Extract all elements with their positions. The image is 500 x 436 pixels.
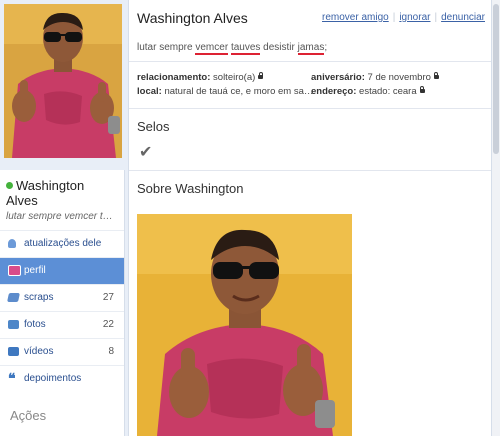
sidebar-item-count: 27 (102, 292, 114, 303)
birthday-field: aniversário: 7 de novembro (311, 72, 439, 83)
lock-icon (433, 72, 439, 79)
separator: | (434, 12, 438, 23)
left-sidebar: Washington Alves lutar sempre vemcer tau… (0, 170, 125, 436)
sidebar-item-count: 8 (108, 346, 114, 357)
profile-status: lutar sempre vemcer tauves desistir jama… (137, 42, 483, 61)
sidebar-nav: atualizações dele perfil scraps 27 fotos… (0, 230, 124, 392)
sidebar-item-videos[interactable]: vídeos 8 (0, 338, 124, 365)
sidebar-item-label: vídeos (24, 346, 54, 357)
ignore-link[interactable]: ignorar (399, 12, 430, 23)
relationship-value: solteiro(a) (213, 72, 256, 83)
sidebar-item-count: 22 (102, 319, 114, 330)
sidebar-item-label: atualizações dele (24, 238, 102, 249)
sidebar-item-profile[interactable]: perfil (0, 257, 124, 284)
status-word-misspelled: vemcer (195, 42, 229, 55)
sidebar-profile-name[interactable]: Washington Alves (0, 170, 124, 208)
lock-icon (419, 86, 425, 93)
quote-icon: ❝ (8, 370, 16, 386)
profile-icon (8, 265, 21, 276)
profile-info: relacionamento: solteiro(a) aniversário:… (129, 62, 491, 108)
video-icon (8, 347, 19, 356)
sidebar-item-label: perfil (24, 265, 46, 276)
status-text: ; (324, 42, 328, 53)
scrollbar-thumb[interactable] (493, 4, 499, 154)
status-word-misspelled: tauves (230, 42, 261, 55)
sidebar-item-testimonials[interactable]: ❝ depoimentos (0, 365, 124, 392)
profile-actions: remover amigo | ignorar | denunciar (322, 12, 485, 23)
birthday-value: 7 de novembro (367, 72, 431, 83)
status-text: lutar sempre (137, 42, 196, 53)
remove-friend-link[interactable]: remover amigo (322, 12, 389, 23)
relationship-label: relacionamento: (137, 72, 211, 83)
about-photo[interactable] (137, 214, 352, 436)
sidebar-item-photos[interactable]: fotos 22 (0, 311, 124, 338)
profile-header: Washington Alves remover amigo | ignorar | d… (129, 0, 491, 36)
profile-avatar[interactable] (4, 4, 122, 158)
avatar-photo (4, 4, 122, 158)
sidebar-item-updates[interactable]: atualizações dele (0, 230, 124, 257)
address-value: estado: ceara (359, 86, 417, 97)
online-status-icon (6, 182, 13, 189)
checkmark-icon: ✔ (139, 144, 153, 161)
sidebar-item-scraps[interactable]: scraps 27 (0, 284, 124, 311)
page-title: Washington Alves (137, 10, 248, 26)
about-heading: Sobre Washington (137, 181, 244, 196)
separator: | (392, 12, 396, 23)
left-column: Washington Alves lutar sempre vemcer tau… (0, 0, 125, 436)
status-text: desistir (260, 42, 298, 53)
report-link[interactable]: denunciar (441, 12, 485, 23)
sidebar-name-last: Alves (6, 193, 38, 208)
scrollbar[interactable] (492, 0, 500, 436)
lock-icon (258, 72, 264, 79)
badges-heading: Selos (137, 119, 170, 134)
birthday-label: aniversário: (311, 72, 365, 83)
address-field: endereço: estado: ceara (311, 86, 425, 97)
sidebar-item-label: depoimentos (24, 373, 82, 384)
profile-main: Washington Alves remover amigo | ignorar | d… (128, 0, 492, 436)
actions-heading: Ações (10, 408, 47, 423)
sidebar-item-label: fotos (24, 319, 46, 330)
camera-icon (8, 320, 19, 329)
location-value: natural de tauá ce, e moro em sa… (164, 86, 314, 97)
sidebar-name-first: Washington (16, 178, 85, 193)
sidebar-status-text: lutar sempre vemcer tauv… (6, 211, 118, 222)
location-label: local: (137, 86, 162, 97)
updates-icon (8, 239, 16, 248)
sidebar-item-label: scraps (24, 292, 54, 303)
scraps-icon (7, 293, 20, 302)
about-photo-image (137, 214, 352, 436)
location-field: local: natural de tauá ce, e moro em sa… (137, 86, 313, 97)
address-label: endereço: (311, 86, 357, 97)
status-word-misspelled: jamas (297, 42, 325, 55)
relationship-field: relacionamento: solteiro(a) (137, 72, 264, 83)
